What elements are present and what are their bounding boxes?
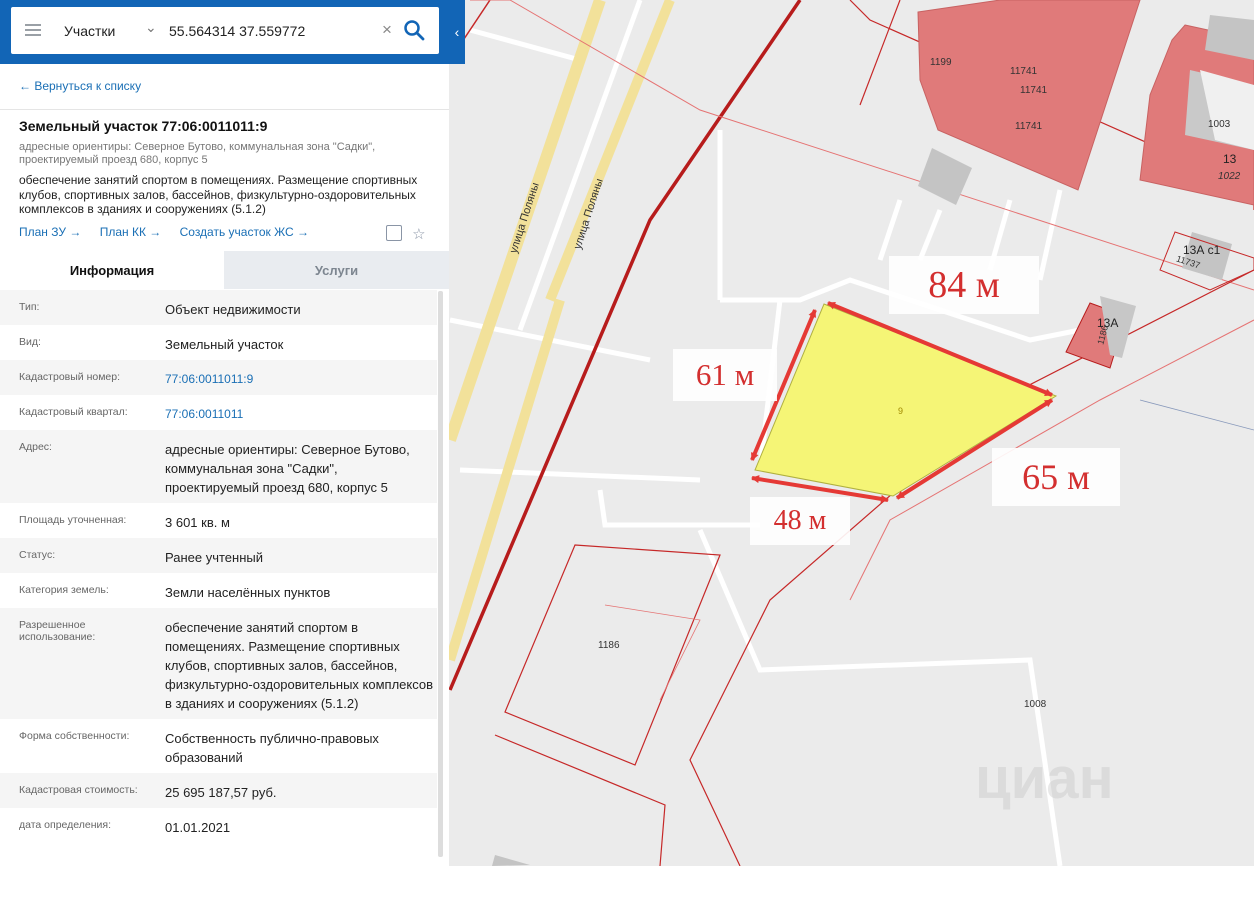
- parcel-label: 11741: [1020, 85, 1048, 96]
- property-table: Тип: Объект недвижимости Вид: Земельный уча…: [0, 290, 437, 843]
- parcel-address-short: адресные ориентиры: Северное Бутово, ком…: [19, 141, 376, 166]
- property-value: 01.01.2021: [165, 820, 231, 835]
- property-label: Вид:: [19, 336, 41, 348]
- divider: [0, 109, 449, 110]
- property-row: Адрес: адресные ориентиры: Северное Бутов…: [0, 430, 437, 503]
- parcel-label: 11741: [1015, 121, 1043, 132]
- property-value: Земли населённых пунктов: [165, 585, 331, 600]
- parcel-actions: ☆: [386, 223, 426, 243]
- property-label: Тип:: [19, 301, 40, 313]
- property-label: Кадастровый квартал:: [19, 406, 128, 418]
- property-label: дата определения:: [19, 819, 112, 831]
- property-value: адресные ориентиры: Северное Бутово, ком…: [165, 442, 410, 495]
- parcel-label: 1003: [1208, 119, 1231, 130]
- measurement-label: 61 м: [673, 349, 777, 401]
- measurement-label: 84 м: [889, 256, 1039, 314]
- parcel-title: Земельный участок 77:06:0011011:9: [19, 118, 268, 134]
- parcel-label: 1022: [1218, 171, 1241, 182]
- scrollbar[interactable]: [438, 291, 443, 857]
- property-value: Объект недвижимости: [165, 302, 301, 317]
- property-row: Форма собственности: Собственность публич…: [0, 719, 437, 773]
- property-value: 3 601 кв. м: [165, 515, 230, 530]
- measurement-label: 48 м: [750, 497, 850, 545]
- property-label: Кадастровый номер:: [19, 371, 121, 383]
- property-value: обеспечение занятий спортом в помещениях…: [165, 620, 434, 711]
- property-row: Тип: Объект недвижимости: [0, 290, 437, 325]
- property-row: Кадастровый номер: 77:06:0011011:9: [0, 360, 437, 395]
- parcel-label: 1008: [1024, 699, 1047, 710]
- property-row: Кадастровая стоимость: 25 695 187,57 руб.: [0, 773, 437, 808]
- plan-kk-link[interactable]: План КК →: [100, 225, 162, 239]
- tab-services[interactable]: Услуги: [224, 251, 449, 289]
- property-value-link[interactable]: 77:06:0011011: [165, 405, 435, 430]
- parcel-label: 9: [898, 406, 904, 416]
- search-input[interactable]: 55.564314 37.559772: [169, 23, 305, 39]
- property-value: 25 695 187,57 руб.: [165, 785, 277, 800]
- property-label: Статус:: [19, 549, 56, 561]
- parcel-label: 11741: [1010, 66, 1038, 77]
- tab-info[interactable]: Информация: [0, 251, 224, 289]
- collapse-panel-icon[interactable]: ‹: [449, 0, 465, 64]
- property-row: Вид: Земельный участок: [0, 325, 437, 360]
- layer-select[interactable]: Участки: [64, 23, 115, 39]
- property-label: Разрешенное использование:: [19, 619, 96, 643]
- search-header: Участки ⌄ 55.564314 37.559772 × ‹: [0, 0, 465, 64]
- parcel-use-description: обеспечение занятий спортом в помещениях…: [19, 173, 418, 216]
- property-label: Адрес:: [19, 441, 52, 453]
- star-icon[interactable]: ☆: [412, 226, 425, 243]
- parcel-label: 1199: [930, 57, 952, 68]
- property-value: Земельный участок: [165, 337, 284, 352]
- create-parcel-link[interactable]: Создать участок ЖС →: [180, 225, 309, 239]
- watermark: циан: [975, 746, 1114, 811]
- tab-bar: Информация Услуги: [0, 251, 449, 289]
- parcel-links: План ЗУ → План КК → Создать участок ЖС →: [19, 225, 324, 239]
- property-row: Статус: Ранее учтенный: [0, 538, 437, 573]
- property-row: Кадастровый квартал: 77:06:0011011: [0, 395, 437, 430]
- measurement-label: 65 м: [992, 448, 1120, 506]
- chevron-down-icon[interactable]: ⌄: [145, 19, 157, 36]
- property-row: Разрешенное использование: обеспечение за…: [0, 608, 437, 719]
- parcel-label: 1186: [598, 640, 620, 651]
- property-label: Кадастровая стоимость:: [19, 784, 138, 796]
- plan-zu-link[interactable]: План ЗУ →: [19, 225, 81, 239]
- info-panel: ← Вернуться к списку Земельный участок 7…: [0, 0, 449, 866]
- back-to-list-link[interactable]: ← Вернуться к списку: [19, 79, 141, 93]
- clear-icon[interactable]: ×: [382, 20, 392, 40]
- property-label: Форма собственности:: [19, 730, 130, 742]
- property-value: Ранее учтенный: [165, 550, 263, 565]
- property-value: Собственность публично-правовых образова…: [165, 731, 379, 765]
- parcel-label: 13: [1223, 152, 1237, 166]
- search-box: Участки ⌄ 55.564314 37.559772 ×: [11, 7, 439, 54]
- property-row: Площадь уточненная: 3 601 кв. м: [0, 503, 437, 538]
- menu-icon[interactable]: [25, 24, 41, 36]
- property-row: дата определения: 01.01.2021: [0, 808, 437, 843]
- locate-on-map-icon[interactable]: [386, 225, 402, 241]
- search-icon[interactable]: [403, 19, 425, 41]
- property-label: Категория земель:: [19, 584, 109, 596]
- property-value-link[interactable]: 77:06:0011011:9: [165, 370, 435, 395]
- property-label: Площадь уточненная:: [19, 514, 127, 526]
- parcel-label: 13А с1: [1183, 243, 1221, 257]
- property-row: Категория земель: Земли населённых пункто…: [0, 573, 437, 608]
